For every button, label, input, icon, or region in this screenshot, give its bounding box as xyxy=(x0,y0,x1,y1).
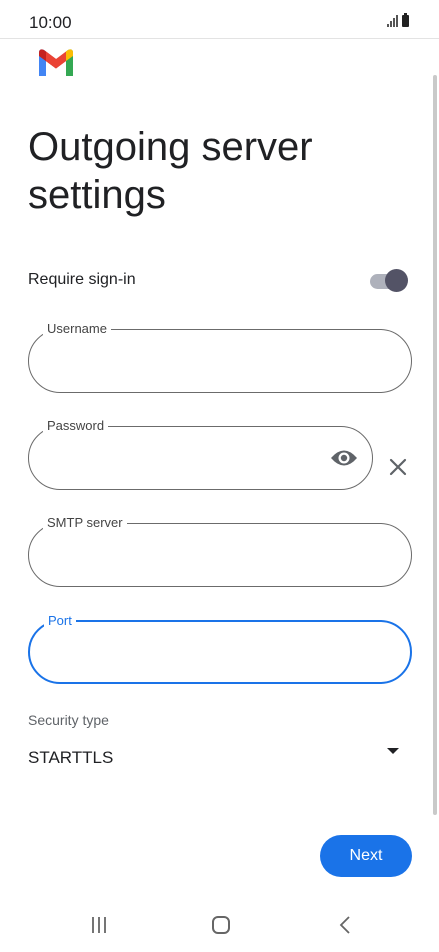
navigation-bar xyxy=(0,900,439,952)
back-icon[interactable] xyxy=(338,915,352,935)
show-password-eye-icon[interactable] xyxy=(330,447,358,469)
clear-password-close-icon[interactable] xyxy=(386,455,410,479)
gmail-logo-icon xyxy=(39,49,73,76)
username-field[interactable]: Username xyxy=(28,321,412,393)
password-label: Password xyxy=(43,418,109,434)
port-label: Port xyxy=(44,613,76,629)
username-input[interactable] xyxy=(47,348,357,376)
port-input[interactable] xyxy=(48,640,356,668)
status-bar: 10:00 xyxy=(0,0,439,39)
recent-apps-icon[interactable] xyxy=(90,916,108,934)
require-signin-toggle[interactable] xyxy=(370,268,408,294)
username-label: Username xyxy=(43,321,111,337)
status-time: 10:00 xyxy=(29,13,72,32)
dropdown-arrow-icon[interactable] xyxy=(386,746,400,756)
port-field[interactable]: Port xyxy=(28,613,412,684)
scrollbar[interactable] xyxy=(433,75,437,815)
password-field[interactable]: Password xyxy=(28,418,373,490)
status-icons xyxy=(387,13,409,27)
battery-icon xyxy=(402,13,409,27)
security-type-label: Security type xyxy=(28,712,109,728)
next-button[interactable]: Next xyxy=(320,835,412,877)
signal-icon xyxy=(387,15,398,27)
security-type-select[interactable]: STARTTLS xyxy=(28,748,113,768)
smtp-server-field[interactable]: SMTP server xyxy=(28,515,412,587)
require-signin-label: Require sign-in xyxy=(28,271,136,288)
password-input[interactable] xyxy=(47,445,292,473)
home-icon[interactable] xyxy=(212,916,230,934)
smtp-server-label: SMTP server xyxy=(43,515,127,531)
toggle-thumb xyxy=(385,269,408,292)
smtp-server-input[interactable] xyxy=(47,542,357,570)
page-title: Outgoing server settings xyxy=(28,125,313,217)
